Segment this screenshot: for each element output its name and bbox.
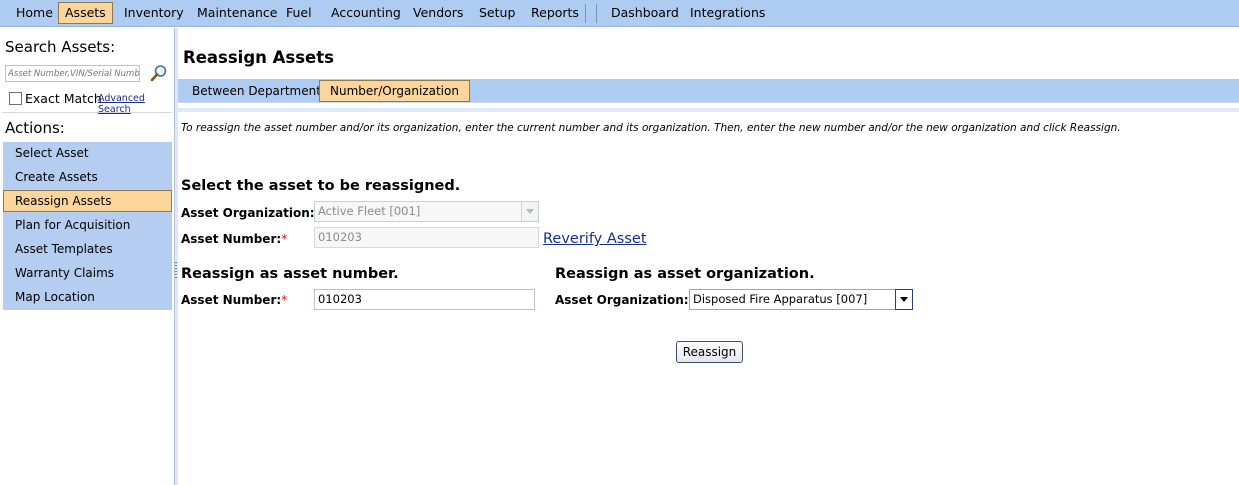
tab-bar: Between Departments Number/Organization bbox=[178, 79, 1239, 103]
menu-home[interactable]: Home bbox=[9, 2, 60, 24]
required-mark: * bbox=[281, 232, 288, 246]
new-number-label-text: Asset Number bbox=[181, 293, 277, 307]
exact-match-label: Exact Match bbox=[25, 91, 102, 106]
current-org-select: Active Fleet [001] bbox=[314, 201, 539, 222]
menu-dashboard[interactable]: Dashboard bbox=[604, 2, 686, 24]
action-map-location[interactable]: Map Location bbox=[3, 286, 172, 308]
splitter-grip-icon[interactable] bbox=[175, 262, 177, 278]
action-create-assets[interactable]: Create Assets bbox=[3, 166, 172, 188]
chevron-down-icon bbox=[521, 202, 538, 221]
menu-setup[interactable]: Setup bbox=[472, 2, 522, 24]
required-mark: * bbox=[281, 293, 288, 307]
instructions-text: To reassign the asset number and/or its … bbox=[181, 122, 1121, 134]
new-org-label-text: Asset Organization: bbox=[555, 293, 689, 307]
search-icon[interactable] bbox=[150, 64, 168, 82]
menu-integrations[interactable]: Integrations bbox=[683, 2, 772, 24]
tab-number-organization[interactable]: Number/Organization bbox=[319, 80, 470, 102]
new-org-label: Asset Organization:* bbox=[555, 293, 695, 307]
current-org-label-text: Asset Organization: bbox=[181, 206, 315, 220]
menu-assets[interactable]: Assets bbox=[58, 2, 113, 24]
reverify-asset-link[interactable]: Reverify Asset bbox=[543, 231, 647, 247]
select-asset-heading: Select the asset to be reassigned. bbox=[181, 178, 461, 194]
reassign-button[interactable]: Reassign bbox=[676, 341, 743, 363]
new-number-label: Asset Number:* bbox=[181, 293, 287, 307]
action-warranty-claims[interactable]: Warranty Claims bbox=[3, 262, 172, 284]
current-number-label: Asset Number:* bbox=[181, 232, 287, 246]
action-plan-for-acquisition[interactable]: Plan for Acquisition bbox=[3, 214, 172, 236]
action-asset-templates[interactable]: Asset Templates bbox=[3, 238, 172, 260]
search-input[interactable] bbox=[5, 65, 140, 82]
page-title: Reassign Assets bbox=[183, 48, 334, 67]
action-select-asset[interactable]: Select Asset bbox=[3, 142, 172, 164]
top-menu-bar: Home Assets Inventory Maintenance Fuel A… bbox=[0, 0, 1239, 27]
sidebar: Search Assets: Exact Match Advanced Sear… bbox=[0, 33, 174, 485]
reassign-org-heading: Reassign as asset organization. bbox=[555, 266, 815, 282]
new-org-value: Disposed Fire Apparatus [007] bbox=[693, 292, 868, 306]
menu-fuel[interactable]: Fuel bbox=[279, 2, 319, 24]
chevron-down-icon[interactable] bbox=[895, 289, 913, 310]
menu-accounting[interactable]: Accounting bbox=[324, 2, 408, 24]
menu-inventory[interactable]: Inventory bbox=[117, 2, 191, 24]
menu-vendors[interactable]: Vendors bbox=[406, 2, 470, 24]
main-content: Reassign Assets Between Departments Numb… bbox=[178, 33, 1239, 485]
current-org-value: Active Fleet [001] bbox=[318, 204, 421, 218]
current-number-input: 010203 bbox=[314, 227, 539, 248]
current-org-label: Asset Organization:* bbox=[181, 206, 321, 220]
actions-title: Actions: bbox=[5, 119, 65, 137]
sidebar-divider bbox=[2, 112, 172, 113]
reassign-number-heading: Reassign as asset number. bbox=[181, 266, 399, 282]
exact-match-checkbox[interactable] bbox=[9, 92, 22, 105]
current-number-label-text: Asset Number bbox=[181, 232, 277, 246]
tab-between-departments[interactable]: Between Departments bbox=[181, 80, 338, 102]
menu-separator bbox=[596, 4, 597, 23]
new-org-select[interactable]: Disposed Fire Apparatus [007] bbox=[689, 289, 913, 310]
actions-list: Select Asset Create Assets Reassign Asse… bbox=[3, 142, 172, 310]
menu-reports[interactable]: Reports bbox=[524, 2, 586, 24]
new-number-input[interactable]: 010203 bbox=[314, 289, 535, 310]
action-reassign-assets[interactable]: Reassign Assets bbox=[3, 190, 172, 212]
tab-bar-underline bbox=[178, 108, 1239, 112]
search-assets-title: Search Assets: bbox=[5, 38, 116, 56]
menu-separator bbox=[585, 4, 586, 23]
menu-maintenance[interactable]: Maintenance bbox=[190, 2, 285, 24]
